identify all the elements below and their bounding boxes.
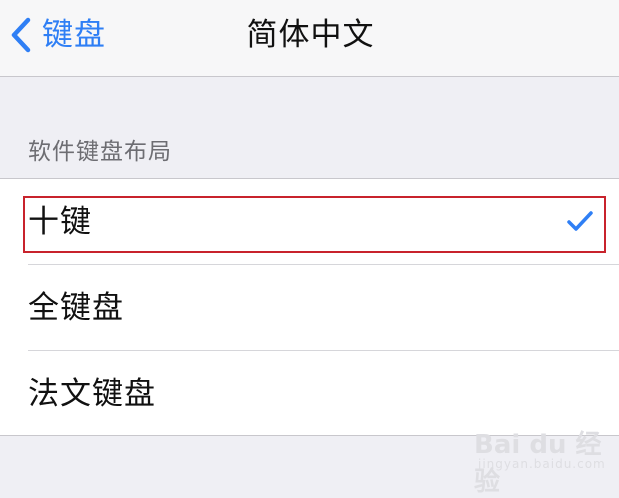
layout-option-french-keyboard[interactable]: 法文键盘 <box>0 351 619 437</box>
navigation-bar: 键盘 简体中文 <box>0 0 619 77</box>
page-title: 简体中文 <box>246 17 375 53</box>
layout-option-label: 法文键盘 <box>28 376 156 412</box>
section-header: 软件键盘布局 <box>28 139 172 165</box>
layout-option-label: 全键盘 <box>28 290 124 326</box>
layout-option-ten-key[interactable]: 十键 <box>0 179 619 265</box>
watermark-url: jingyan.baidu.com <box>478 457 606 471</box>
keyboard-layout-list: 十键 全键盘 法文键盘 <box>0 178 619 436</box>
layout-option-full-keyboard[interactable]: 全键盘 <box>0 265 619 351</box>
checkmark-icon <box>566 209 594 233</box>
layout-option-label: 十键 <box>28 204 92 240</box>
